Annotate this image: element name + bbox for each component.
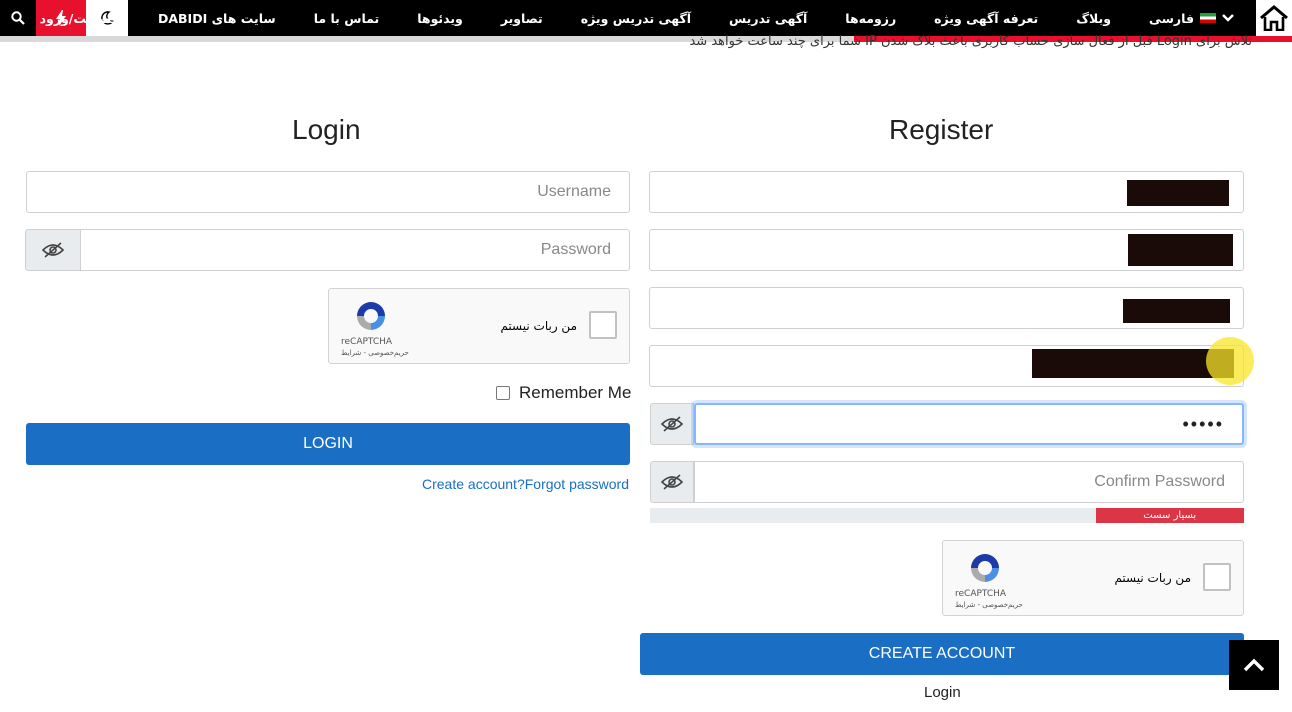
search-icon (11, 11, 25, 25)
home-icon (1260, 5, 1288, 31)
forgot-password-link[interactable]: Forgot password (525, 476, 629, 492)
eye-off-icon (42, 242, 64, 258)
recaptcha-widget: من ربات نیستم reCAPTCHA حریم‌خصوصی - شرا… (328, 288, 630, 364)
recaptcha-terms[interactable]: حریم‌خصوصی - شرایط (955, 601, 1023, 609)
home-button[interactable] (1256, 0, 1292, 36)
nav-item-teaching-ads[interactable]: آگهی تدریس (729, 11, 807, 26)
search-button[interactable] (0, 0, 36, 36)
redacted-value (1032, 349, 1234, 378)
password-input[interactable]: Password (80, 229, 630, 271)
nav-item-label: فارسی (1148, 10, 1194, 26)
nav-item-dabidi-sites[interactable]: سایت های DABIDI (158, 11, 276, 26)
redacted-value (1127, 180, 1229, 206)
eye-off-icon (661, 416, 683, 432)
remember-me-checkbox[interactable] (496, 386, 510, 400)
nav-item-images[interactable]: تصاویر (501, 11, 543, 26)
nav-item-contact[interactable]: تماس با ما (314, 11, 380, 26)
nav-item-signup-login[interactable]: عضویت/ورود (40, 11, 120, 26)
create-account-button[interactable]: CREATE ACCOUNT (640, 633, 1244, 675)
nav-item-resumes[interactable]: رزومه‌ها (845, 11, 896, 26)
recaptcha-label: من ربات نیستم (500, 319, 577, 333)
nav-item-videos[interactable]: ویدئوها (417, 11, 463, 26)
toggle-confirm-password-visibility[interactable] (650, 461, 694, 503)
toggle-register-password-visibility[interactable] (650, 403, 694, 445)
confirm-password-input[interactable]: Confirm Password (694, 461, 1244, 503)
register-login-link[interactable]: Login (924, 684, 961, 701)
redacted-value (1128, 234, 1233, 266)
register-password-input[interactable]: ••••• (694, 403, 1244, 445)
nav-item-language[interactable]: فارسی (1149, 11, 1234, 26)
username-input[interactable]: Username (26, 171, 630, 213)
login-title: Login (292, 114, 361, 145)
toggle-password-visibility[interactable] (25, 229, 81, 271)
nav-menu: فارسی وبلاگ تعرفه آگهی ویژه رزومه‌ها آگه… (40, 0, 1250, 36)
login-button[interactable]: LOGIN (26, 423, 630, 465)
recaptcha-logo-icon (341, 299, 401, 337)
recaptcha-brand: reCAPTCHA (341, 337, 393, 347)
chevron-up-icon (1243, 658, 1265, 672)
nav-item-blog[interactable]: وبلاگ (1076, 11, 1111, 26)
password-strength-fill: بسیار سست (1095, 508, 1244, 523)
recaptcha-widget-register: من ربات نیستم reCAPTCHA حریم‌خصوصی - شرا… (942, 540, 1244, 616)
eye-off-icon (661, 474, 683, 490)
recaptcha-checkbox[interactable] (589, 311, 617, 339)
login-links: Create account?Forgot password (422, 474, 629, 493)
recaptcha-checkbox[interactable] (1203, 563, 1231, 591)
chevron-down-icon (1222, 14, 1234, 22)
recaptcha-brand: reCAPTCHA (955, 589, 1007, 599)
ip-block-notice: تلاش برای Login قبل از فعال سازی حساب کا… (689, 34, 1252, 49)
nav-item-featured-pricing[interactable]: تعرفه آگهی ویژه (934, 11, 1038, 26)
redacted-value (1123, 299, 1230, 323)
scroll-to-top-button[interactable] (1229, 640, 1279, 690)
create-account-link[interactable]: Create account? (422, 476, 525, 492)
login-form: Login Username Password من ربات نیستم re… (10, 60, 650, 712)
recaptcha-terms[interactable]: حریم‌خصوصی - شرایط (341, 349, 409, 357)
recaptcha-label: من ربات نیستم (1114, 571, 1191, 585)
register-form: Register ••••• Confirm Password بسیار سس… (640, 60, 1270, 712)
remember-me-label: Remember Me (519, 383, 632, 402)
nav-item-featured-teaching-ads[interactable]: آگهی تدریس ویژه (581, 11, 691, 26)
iran-flag-icon (1200, 13, 1216, 23)
cursor-highlight (1206, 337, 1254, 385)
top-nav-bar: فارسی وبلاگ تعرفه آگهی ویژه رزومه‌ها آگه… (0, 0, 1292, 36)
register-title: Register (889, 114, 994, 145)
recaptcha-logo-icon (955, 551, 1015, 589)
